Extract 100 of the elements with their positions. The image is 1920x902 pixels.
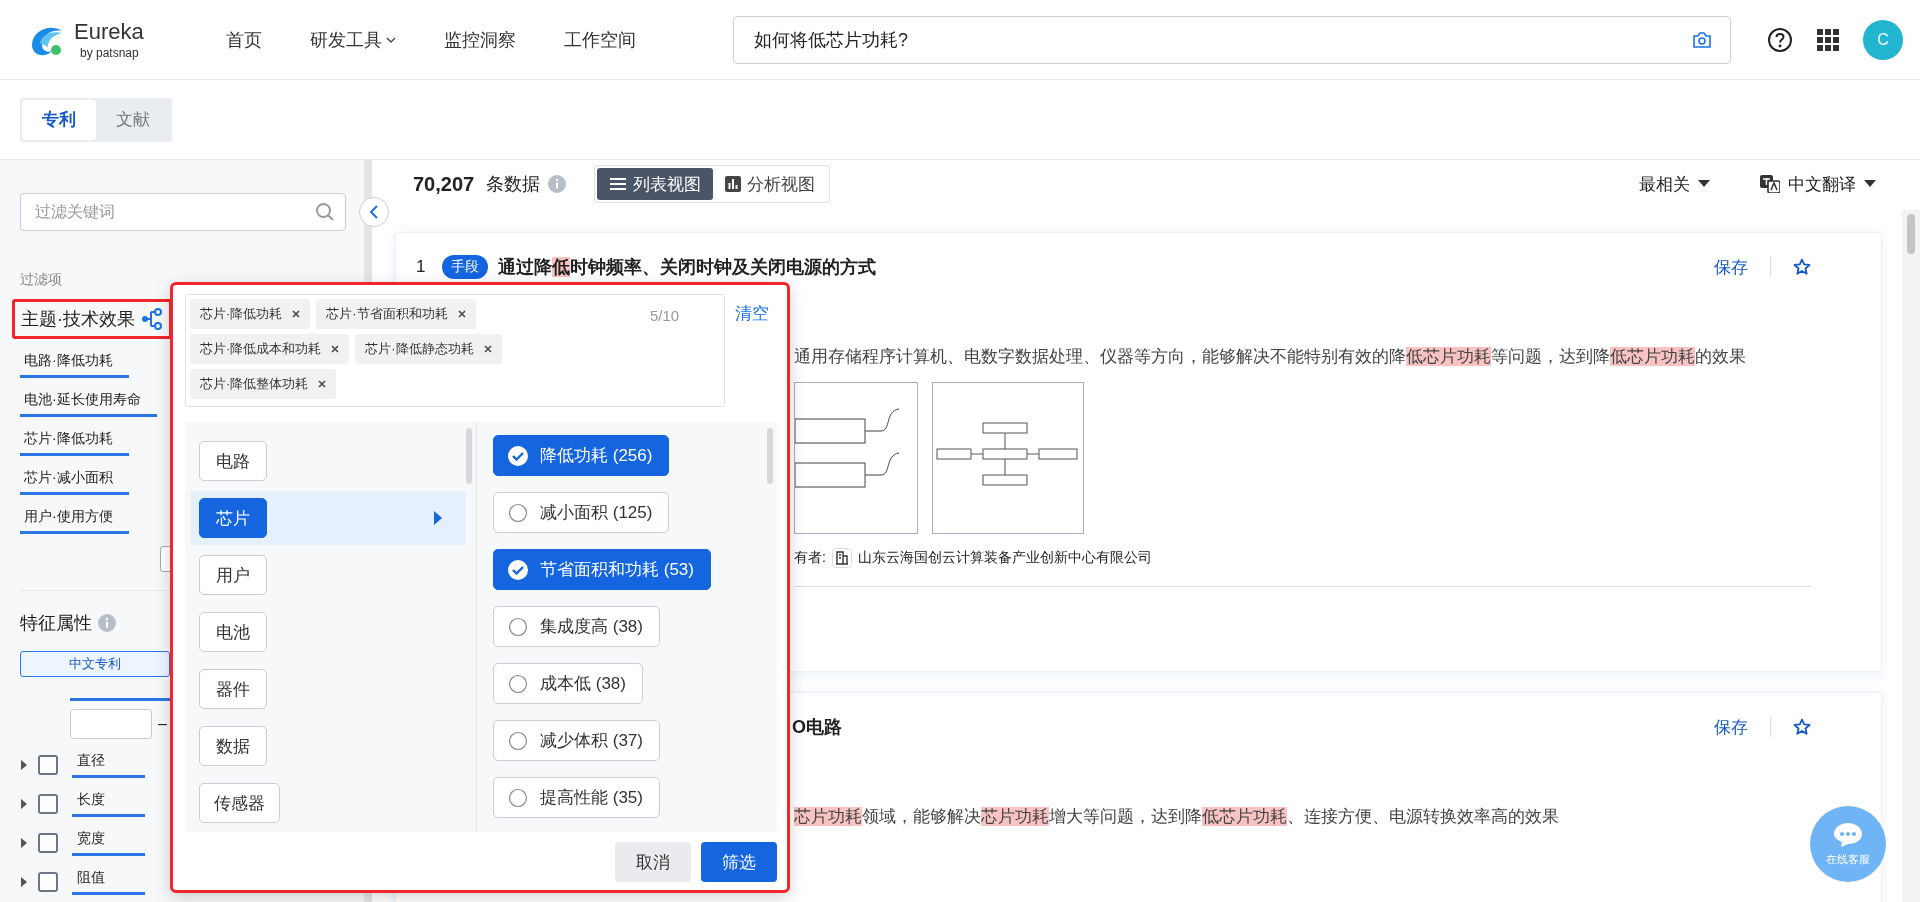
category-button[interactable]: 用户 bbox=[199, 555, 267, 595]
close-icon[interactable] bbox=[292, 310, 301, 318]
result-index: 1 bbox=[416, 257, 427, 277]
scrollbar-thumb[interactable] bbox=[1907, 214, 1915, 254]
topic-filter-item[interactable]: 芯片·降低功耗 bbox=[20, 430, 129, 456]
result-title[interactable]: O电路 bbox=[792, 715, 842, 739]
filter-tag[interactable]: 芯片·降低功耗 bbox=[190, 299, 311, 329]
translate-icon bbox=[1760, 175, 1780, 193]
radio-icon bbox=[508, 616, 528, 637]
feature-title: 特征属性 bbox=[20, 612, 92, 635]
filter-tag[interactable]: 芯片·降低静态功耗 bbox=[355, 334, 502, 364]
filter-button[interactable]: 筛选 bbox=[701, 842, 777, 882]
radio-icon bbox=[508, 673, 528, 694]
feature-label: 阻值 bbox=[72, 869, 145, 895]
feature-label: 长度 bbox=[72, 791, 145, 817]
result-unit: 条数据 bbox=[486, 173, 541, 196]
help-icon[interactable] bbox=[1767, 26, 1793, 53]
topic-filter-item[interactable]: 用户·使用方便 bbox=[20, 508, 129, 534]
category-button[interactable]: 传感器 bbox=[199, 783, 280, 823]
expand-caret-icon[interactable] bbox=[20, 875, 28, 888]
feature-label: 宽度 bbox=[72, 830, 145, 856]
feature-label: 直径 bbox=[72, 752, 145, 778]
option-chip[interactable]: 集成度高 (38) bbox=[493, 606, 660, 647]
expand-caret-icon[interactable] bbox=[20, 758, 28, 771]
clear-link[interactable]: 清空 bbox=[735, 302, 769, 407]
search-field[interactable]: 如何将低芯片功耗? bbox=[733, 15, 1731, 64]
logo-tagline: by patsnap bbox=[80, 46, 140, 59]
check-circle-icon bbox=[508, 445, 528, 466]
topic-filter-item[interactable]: 电路·降低功耗 bbox=[20, 352, 129, 378]
caret-down-icon bbox=[1698, 180, 1710, 188]
checkbox[interactable] bbox=[38, 832, 58, 853]
result-count: 70,207 bbox=[413, 172, 475, 196]
feature-tab[interactable]: 中文专利 bbox=[20, 651, 170, 677]
scrollbar-track[interactable] bbox=[1902, 210, 1920, 902]
result-summary: 芯片功耗领域，能够解决芯片功耗增大等问题，达到降低芯片功耗、连接方便、电源转换效率高的效果 bbox=[794, 806, 1560, 828]
source-tab[interactable]: 专利 bbox=[22, 99, 96, 140]
category-button[interactable]: 数据 bbox=[199, 726, 267, 766]
radio-icon bbox=[508, 787, 528, 808]
topic-filter-item[interactable]: 电池·延长使用寿命 bbox=[20, 391, 157, 417]
close-icon[interactable] bbox=[483, 345, 492, 353]
source-tab[interactable]: 文献 bbox=[96, 99, 170, 140]
filter-tag[interactable]: 芯片·降低整体功耗 bbox=[190, 369, 337, 399]
category-button[interactable]: 电路 bbox=[199, 441, 267, 481]
search-icon[interactable] bbox=[315, 202, 335, 222]
close-icon[interactable] bbox=[318, 380, 327, 388]
caret-down-icon bbox=[1864, 180, 1876, 188]
range-input[interactable] bbox=[70, 709, 152, 739]
result-title[interactable]: 通过降低时钟频率、关闭时钟及关闭电源的方式 bbox=[498, 255, 876, 279]
check-circle-icon bbox=[508, 559, 528, 580]
nav-link[interactable]: 监控洞察 bbox=[444, 27, 516, 52]
patent-figure[interactable] bbox=[932, 382, 1084, 534]
category-button[interactable]: 芯片 bbox=[199, 498, 267, 538]
bar-chart-icon bbox=[725, 176, 742, 192]
sort-dropdown[interactable]: 最相关 bbox=[1633, 171, 1716, 197]
option-chip[interactable]: 节省面积和功耗 (53) bbox=[493, 549, 711, 590]
option-chip[interactable]: 提高性能 (35) bbox=[493, 777, 660, 818]
nav-link[interactable]: 研发工具 bbox=[310, 27, 396, 52]
close-icon[interactable] bbox=[457, 310, 466, 318]
filter-tag[interactable]: 芯片·降低成本和功耗 bbox=[190, 334, 350, 364]
topic-filter-item[interactable]: 芯片·减小面积 bbox=[20, 469, 129, 495]
chevron-left-icon bbox=[369, 205, 379, 219]
option-chip[interactable]: 成本低 (38) bbox=[493, 663, 643, 704]
owner-link[interactable]: 山东云海国创云计算装备产业创新中心有限公司 bbox=[857, 549, 1152, 567]
topic-title: 主题·技术效果 bbox=[21, 308, 135, 331]
apps-grid-icon[interactable] bbox=[1817, 28, 1839, 51]
nav-link[interactable]: 工作空间 bbox=[564, 27, 636, 52]
category-button[interactable]: 器件 bbox=[199, 669, 267, 709]
patent-figure[interactable] bbox=[794, 382, 918, 534]
radio-icon bbox=[508, 502, 528, 523]
hierarchy-icon[interactable] bbox=[141, 308, 163, 330]
expand-caret-icon[interactable] bbox=[20, 836, 28, 849]
camera-icon[interactable] bbox=[1692, 30, 1712, 49]
star-icon[interactable] bbox=[1793, 258, 1811, 276]
checkbox[interactable] bbox=[38, 754, 58, 775]
save-link[interactable]: 保存 bbox=[1714, 255, 1748, 279]
chat-bubble-icon bbox=[1833, 821, 1863, 848]
range-separator: – bbox=[158, 715, 167, 733]
view-tab[interactable]: 列表视图 bbox=[597, 168, 714, 200]
option-chip[interactable]: 降低功耗 (256) bbox=[493, 435, 670, 476]
owner-label: 有者: bbox=[794, 549, 826, 567]
close-icon[interactable] bbox=[331, 345, 340, 353]
cancel-button[interactable]: 取消 bbox=[615, 842, 691, 882]
expand-caret-icon[interactable] bbox=[20, 797, 28, 810]
translate-dropdown[interactable]: 中文翻译 bbox=[1754, 171, 1882, 197]
radio-icon bbox=[508, 730, 528, 751]
option-chip[interactable]: 减少体积 (37) bbox=[493, 720, 660, 761]
logo-name: Eureka bbox=[74, 20, 144, 43]
filter-tag[interactable]: 芯片·节省面积和功耗 bbox=[316, 299, 476, 329]
checkbox[interactable] bbox=[38, 871, 58, 892]
caret-icon bbox=[434, 511, 442, 525]
list-icon bbox=[609, 177, 628, 191]
nav-link[interactable]: 首页 bbox=[226, 27, 262, 52]
option-chip[interactable]: 减小面积 (125) bbox=[493, 492, 670, 533]
category-button[interactable]: 电池 bbox=[199, 612, 267, 652]
building-icon bbox=[831, 548, 852, 568]
section-label: 过滤项 bbox=[20, 271, 63, 289]
type-badge: 手段 bbox=[442, 255, 488, 279]
save-link[interactable]: 保存 bbox=[1714, 715, 1748, 739]
checkbox[interactable] bbox=[38, 793, 58, 814]
star-icon[interactable] bbox=[1793, 718, 1811, 736]
